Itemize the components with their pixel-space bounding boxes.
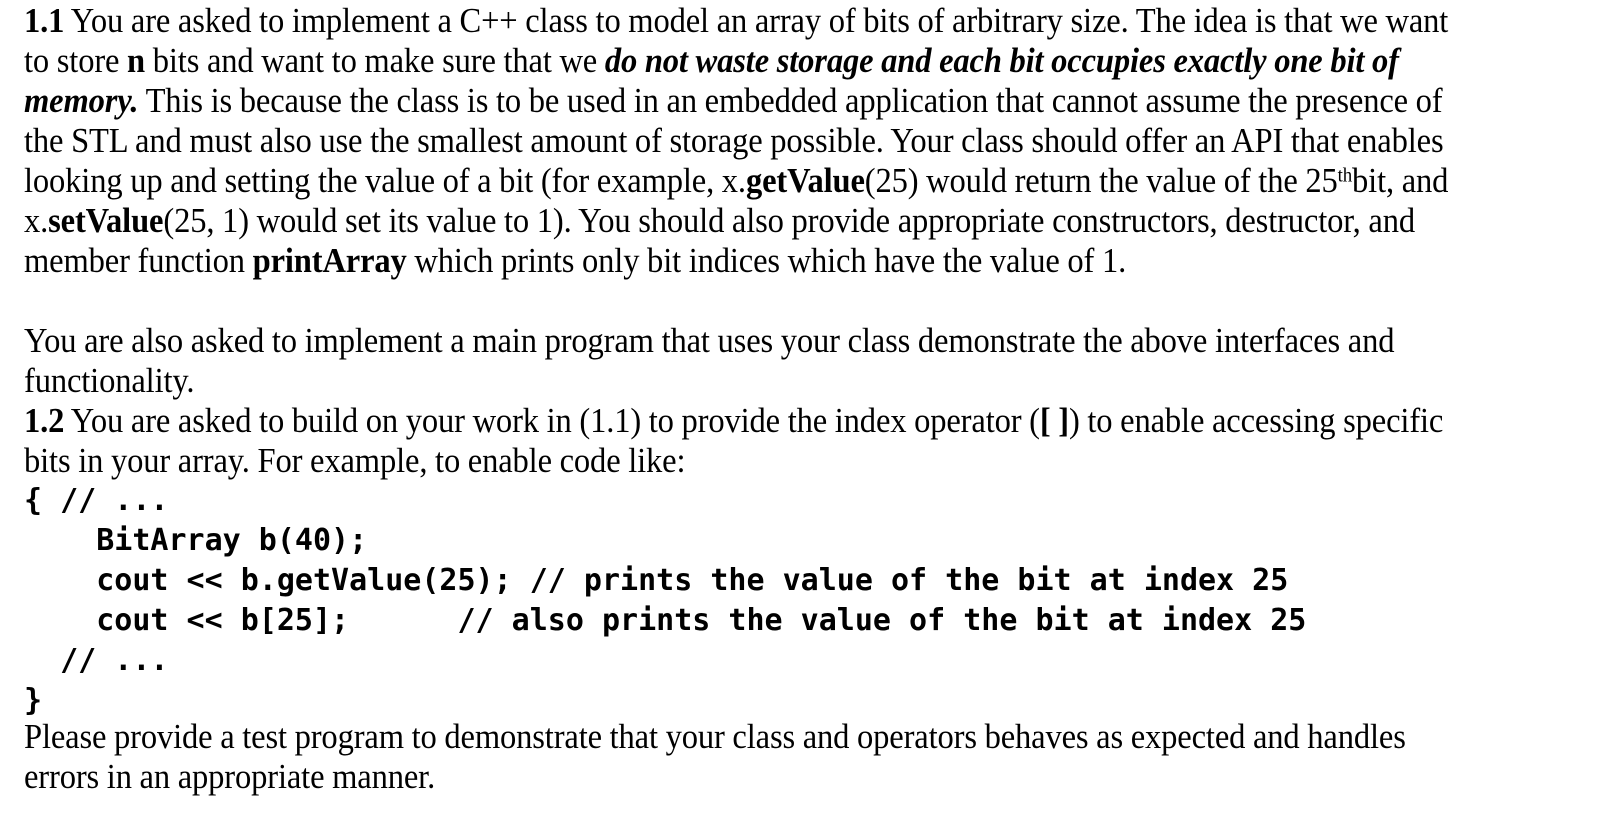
q1-1-method-setvalue: setValue [48,201,164,240]
q1-1-text-part-4: (25) would return the value of the 25 [864,161,1338,200]
q1-1-text-part-7: which prints only bit indices which have… [406,241,1127,280]
question-1-2-number: 1.2 [24,401,65,440]
question-1-2-paragraph: 1.2 You are asked to build on your work … [24,401,1461,481]
q1-1-variable-n: n [127,41,146,80]
q1-1-method-getvalue: getValue [745,161,865,200]
document-page: 1.1 You are asked to implement a C++ cla… [0,0,1600,817]
question-1-1-paragraph: 1.1 You are asked to implement a C++ cla… [24,1,1461,281]
q1-1-method-printarray: printArray [252,241,407,280]
q1-1-ordinal-suffix: th [1337,164,1353,187]
q1-2-index-operator-brackets: [ ] [1039,401,1069,440]
q1-2-text-part-1: You are asked to build on your work in (… [64,401,1040,440]
question-1-1-number: 1.1 [24,1,65,40]
question-1-1-note-paragraph: You are also asked to implement a main p… [24,321,1395,400]
q1-1-text-part-2: bits and want to make sure that we [145,41,605,80]
closing-paragraph: Please provide a test program to demonst… [24,717,1406,796]
code-sample-block: { // ... BitArray b(40); cout << b.getVa… [24,483,1307,718]
